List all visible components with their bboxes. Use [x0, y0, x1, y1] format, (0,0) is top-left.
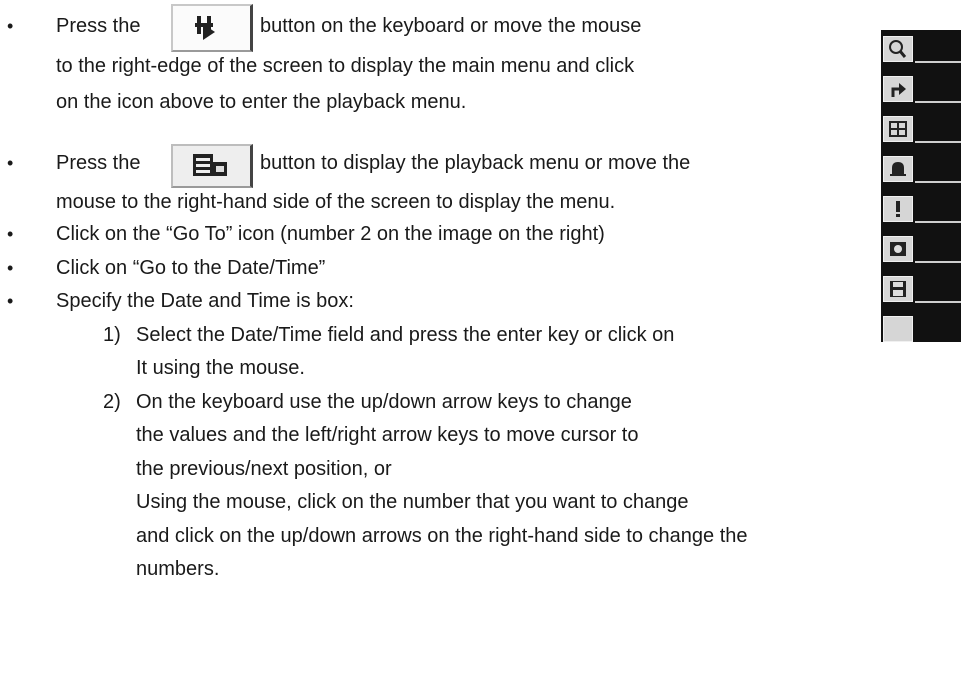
step-2-line-2: the values and the left/right arrow keys… [136, 424, 639, 446]
item-3-text: Click on the “Go To” icon (number 2 on t… [56, 223, 605, 245]
item-1-line-2: to the right-edge of the screen to displ… [56, 55, 635, 77]
side-menu-tick [915, 101, 961, 103]
step-1-line-2: It using the mouse. [136, 357, 305, 379]
side-menu-tick [915, 61, 961, 63]
film-play-icon [195, 16, 215, 40]
goto-arrow-icon [883, 76, 913, 102]
bullet-4: • [7, 258, 14, 278]
bullet-1: • [7, 16, 14, 36]
item-1-prefix: Press the [56, 15, 141, 37]
item-2-prefix: Press the [56, 152, 141, 174]
step-2-line-6: numbers. [136, 558, 220, 580]
step-2-line-1: On the keyboard use the up/down arrow ke… [136, 391, 632, 413]
item-5-text: Specify the Date and Time is box: [56, 290, 354, 312]
item-2-suffix: button to display the playback menu or m… [260, 152, 691, 174]
bullet-3: • [7, 224, 14, 244]
bullet-5: • [7, 291, 14, 311]
search-icon [883, 36, 913, 62]
playback-menu-icon [171, 144, 253, 188]
step-2-line-3: the previous/next position, or [136, 458, 392, 480]
side-menu-tick [915, 141, 961, 143]
bell-icon [883, 156, 913, 182]
side-menu-tick [915, 221, 961, 223]
grid-icon [883, 116, 913, 142]
save-icon [883, 276, 913, 302]
item-2-line-2: mouse to the right-hand side of the scre… [56, 191, 616, 213]
step-2-number: 2) [103, 391, 121, 413]
record-icon [883, 236, 913, 262]
item-1-line-3: on the icon above to enter the playback … [56, 91, 467, 113]
bullet-2: • [7, 153, 14, 173]
side-menu-tick [915, 301, 961, 303]
side-menu-tick [915, 261, 961, 263]
playback-menu-icon [193, 154, 227, 176]
item-4-text: Click on “Go to the Date/Time” [56, 257, 326, 279]
step-1-line-1: Select the Date/Time field and press the… [136, 324, 675, 346]
step-2-line-4: Using the mouse, click on the number tha… [136, 491, 689, 513]
step-1-number: 1) [103, 324, 121, 346]
side-menu-partial-icon [883, 316, 913, 342]
item-1-suffix: button on the keyboard or move the mouse [260, 15, 642, 37]
side-menu-image [881, 30, 961, 342]
film-play-icon [171, 4, 253, 52]
side-menu-tick [915, 181, 961, 183]
step-2-line-5: and click on the up/down arrows on the r… [136, 525, 748, 547]
alert-icon [883, 196, 913, 222]
